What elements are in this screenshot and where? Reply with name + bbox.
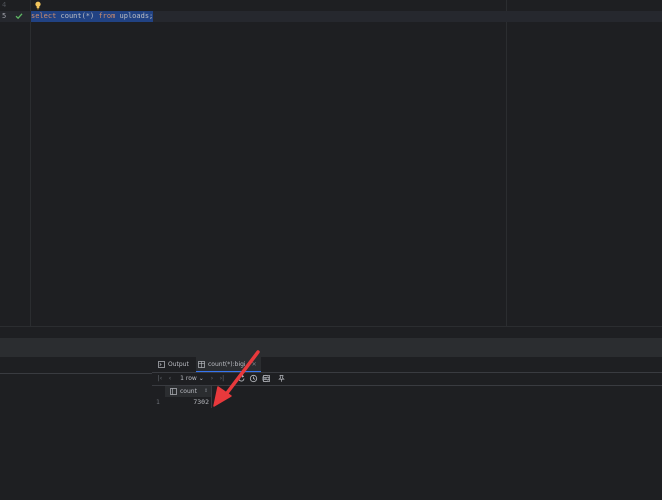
checkmark-icon bbox=[15, 13, 23, 20]
editor-line-5[interactable]: 5 select count(*) from uploads; bbox=[0, 11, 662, 22]
last-page-icon[interactable]: ›| bbox=[218, 374, 226, 383]
column-header-count[interactable]: count ⇕ bbox=[165, 386, 212, 397]
line-number: 5 bbox=[2, 12, 7, 20]
results-toolbar: |‹ ‹ 1 row ⌄ › ›| bbox=[152, 372, 662, 386]
editor-line-4[interactable]: 4 bbox=[0, 0, 662, 11]
table-row[interactable]: 1 7302 bbox=[152, 397, 662, 408]
right-margin-guide bbox=[506, 0, 507, 326]
line-number: 4 bbox=[2, 1, 7, 9]
pin-icon[interactable] bbox=[277, 374, 286, 383]
identifier-token: uploads; bbox=[115, 12, 154, 20]
tool-window-header bbox=[0, 338, 662, 357]
row-number: 1 bbox=[156, 399, 160, 406]
close-icon[interactable]: ✕ bbox=[252, 361, 257, 368]
divider bbox=[0, 373, 152, 374]
services-tree-pane[interactable] bbox=[0, 357, 153, 500]
history-icon[interactable] bbox=[249, 374, 258, 383]
row-number-header bbox=[152, 386, 164, 397]
table-view-icon[interactable] bbox=[262, 374, 271, 383]
sql-editor[interactable]: 4 5 select count(*) from uploads; bbox=[0, 0, 662, 326]
tab-label: count(*):bigi bbox=[208, 360, 246, 368]
results-tab-bar: Output count(*):bigi ✕ bbox=[152, 357, 662, 373]
grid-header: count ⇕ bbox=[152, 386, 662, 397]
rows-label: 1 row bbox=[180, 375, 197, 382]
sql-statement[interactable]: select count(*) from uploads; bbox=[31, 11, 154, 22]
tab-result-count[interactable]: count(*):bigi ✕ bbox=[196, 357, 261, 372]
first-page-icon[interactable]: |‹ bbox=[156, 374, 164, 383]
keyword-token: from bbox=[98, 12, 116, 20]
table-cell[interactable]: 7302 bbox=[165, 397, 212, 408]
results-panel: Output count(*):bigi ✕ |‹ ‹ 1 row ⌄ › ›| bbox=[152, 357, 662, 500]
identifier-token: count(*) bbox=[56, 12, 99, 20]
chevron-down-icon: ⌄ bbox=[198, 375, 204, 382]
lightbulb-icon[interactable] bbox=[34, 1, 42, 10]
table-grid-icon bbox=[198, 360, 205, 368]
refresh-icon[interactable] bbox=[237, 374, 246, 383]
column-icon bbox=[170, 388, 177, 395]
rows-dropdown[interactable]: 1 row ⌄ bbox=[179, 374, 205, 383]
tab-label: Output bbox=[168, 361, 189, 368]
editor-gutter bbox=[0, 0, 31, 326]
output-console-icon bbox=[158, 361, 165, 368]
previous-page-icon[interactable]: ‹ bbox=[166, 374, 174, 383]
column-name: count bbox=[180, 388, 197, 395]
keyword-token: select bbox=[31, 12, 57, 20]
sort-icon[interactable]: ⇕ bbox=[204, 386, 208, 397]
next-page-icon[interactable]: › bbox=[208, 374, 216, 383]
tab-output[interactable]: Output bbox=[158, 357, 189, 372]
